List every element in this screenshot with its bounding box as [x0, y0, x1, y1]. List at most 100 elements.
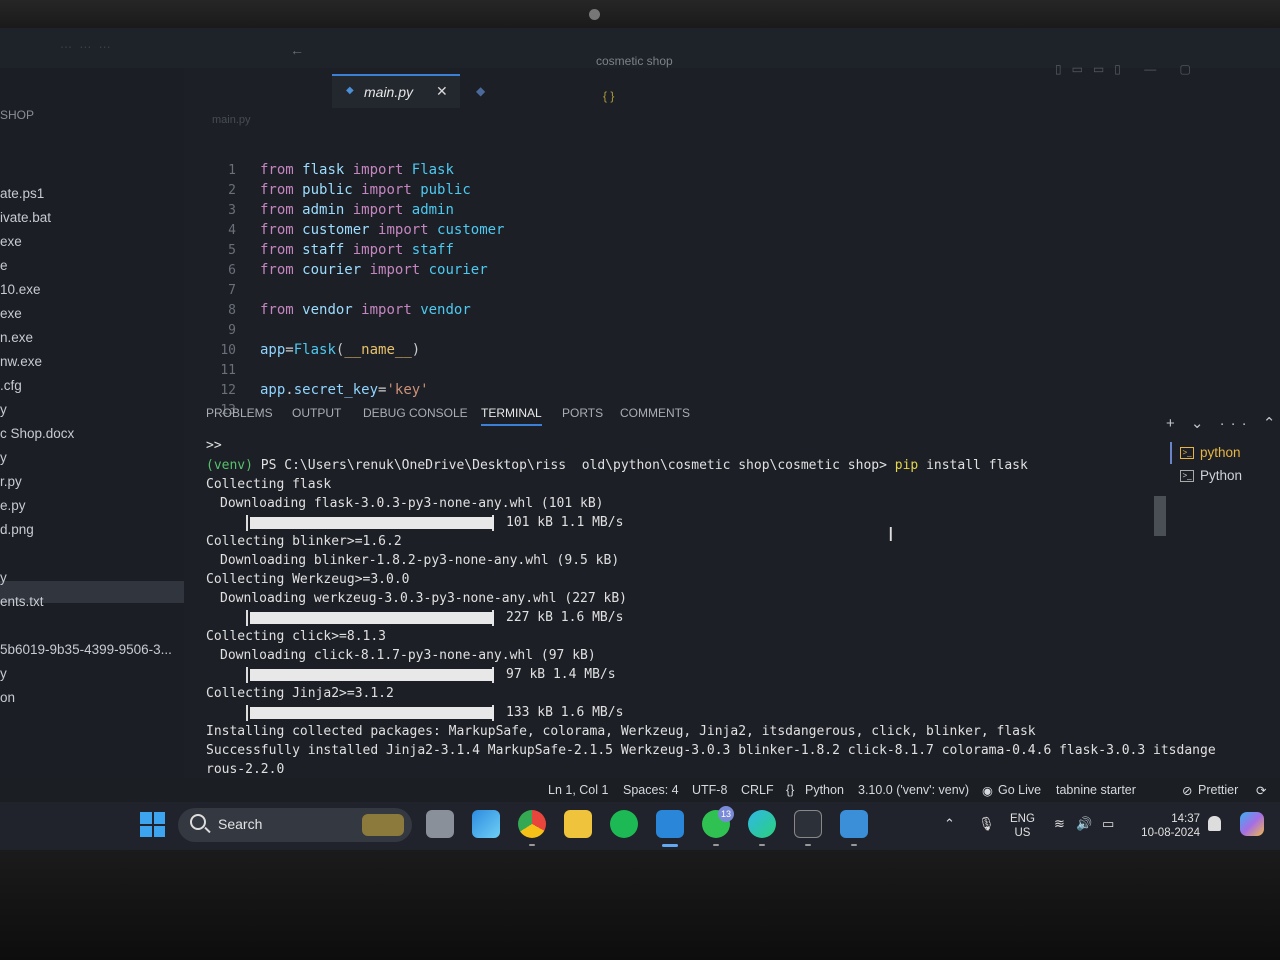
progress-fill — [250, 517, 494, 529]
menu-bar[interactable]: ⋯ ⋯ ⋯ — [60, 40, 113, 54]
explorer-item[interactable]: .cfg — [0, 378, 22, 393]
code-line[interactable]: 12 app.secret_key='key' — [200, 382, 428, 402]
terminal-app-icon[interactable] — [794, 810, 822, 838]
code-line[interactable]: 7 — [200, 282, 236, 302]
explorer-item[interactable]: c Shop.docx — [0, 426, 74, 441]
explorer-item[interactable]: exe — [0, 306, 22, 321]
status-interpreter[interactable]: 3.10.0 ('venv': venv) — [858, 783, 969, 797]
tab-output[interactable]: OUTPUT — [292, 406, 341, 420]
explorer-item[interactable]: ivate.bat — [0, 210, 51, 225]
close-icon[interactable]: ✕ — [436, 83, 448, 100]
explorer-item[interactable]: e.py — [0, 498, 26, 513]
running-indicator — [851, 844, 857, 846]
taskbar-search[interactable]: Search — [178, 808, 412, 842]
explorer-item[interactable]: y — [0, 450, 7, 465]
code-line[interactable]: 6 from courier import courier — [200, 262, 487, 282]
terminal-instance-python[interactable]: >_ Python — [1180, 468, 1242, 483]
explorer-item[interactable]: on — [0, 690, 15, 705]
tab-problems[interactable]: PROBLEMS — [206, 406, 273, 420]
code-line[interactable]: 11 — [200, 362, 236, 382]
status-encoding[interactable]: UTF-8 — [692, 783, 727, 797]
volume-icon[interactable]: 🔊 — [1076, 816, 1092, 832]
search-icon — [190, 814, 206, 830]
code-line[interactable]: 8 from vendor import vendor — [200, 302, 471, 322]
task-view-icon[interactable] — [426, 810, 454, 838]
edge-icon[interactable] — [748, 810, 776, 838]
tab-terminal[interactable]: TERMINAL — [481, 406, 542, 426]
code-line[interactable]: 10 app=Flask(__name__) — [200, 342, 420, 362]
clock[interactable]: 14:37 10-08-2024 — [1134, 812, 1200, 840]
explorer-item[interactable]: exe — [0, 234, 22, 249]
terminal-instance-python[interactable]: >_ python — [1180, 445, 1241, 460]
terminal-line: Collecting flask — [206, 477, 332, 492]
explorer-item[interactable]: d.png — [0, 522, 34, 537]
explorer-item[interactable]: r.py — [0, 474, 22, 489]
code-line[interactable]: 2 from public import public — [200, 182, 471, 202]
code-text: from staff import staff — [260, 242, 454, 258]
code-line[interactable]: 1 from flask import Flask — [200, 162, 454, 182]
terminal-line: Collecting click>=8.1.3 — [206, 629, 387, 644]
explorer-item[interactable]: 5b6019-9b35-4399-9506-3... — [0, 642, 172, 657]
tab-comments[interactable]: COMMENTS — [620, 406, 690, 420]
status-language[interactable]: Python — [805, 783, 844, 797]
progress-bar — [246, 667, 494, 683]
notification-bell-icon[interactable] — [1208, 816, 1221, 831]
breadcrumb[interactable]: main.py — [212, 114, 251, 126]
explorer-item[interactable]: y — [0, 666, 7, 681]
explorer-item[interactable]: 10.exe — [0, 282, 41, 297]
explorer-item[interactable]: nw.exe — [0, 354, 42, 369]
notifications-icon[interactable]: ⟳ — [1256, 783, 1266, 798]
layout-controls[interactable]: ▯▭▭▯ — ▢ — [1055, 62, 1201, 76]
code-line[interactable]: 4 from customer import customer — [200, 222, 504, 242]
panel-action-buttons[interactable]: + ⌄ ··· ⌃ ✕ — [1166, 414, 1280, 432]
terminal-output[interactable]: >> (venv) PS C:\Users\renuk\OneDrive\Des… — [184, 432, 1216, 792]
explorer-item[interactable]: ate.ps1 — [0, 186, 44, 201]
status-cursor-position[interactable]: Ln 1, Col 1 — [548, 783, 608, 797]
terminal-icon: >_ — [1180, 447, 1194, 460]
tab-debug-console[interactable]: DEBUG CONSOLE — [363, 406, 468, 420]
explorer-item[interactable]: e — [0, 258, 8, 273]
language-region: US — [1014, 827, 1031, 839]
terminal-scrollbar[interactable] — [1154, 496, 1166, 536]
chrome-icon[interactable] — [518, 810, 546, 838]
explorer-item[interactable]: y — [0, 402, 7, 417]
explorer-item[interactable]: ents.txt — [0, 594, 44, 609]
status-go-live[interactable]: Go Live — [998, 783, 1041, 797]
language-code: ENG — [1010, 813, 1035, 825]
spotify-icon[interactable] — [610, 810, 638, 838]
tab-main-py[interactable]: ◆ main.py ✕ — [332, 74, 460, 108]
status-tabnine[interactable]: tabnine starter — [1056, 783, 1136, 797]
wifi-icon[interactable]: ≋ — [1054, 816, 1065, 832]
app-arrow-icon[interactable] — [472, 810, 500, 838]
back-arrow-icon[interactable]: ← — [290, 42, 304, 58]
explorer-item[interactable]: y — [0, 570, 7, 585]
windows-start-icon[interactable] — [140, 812, 165, 837]
powershell-icon[interactable] — [840, 810, 868, 838]
code-line[interactable]: 3 from admin import admin — [200, 202, 454, 222]
vscode-icon[interactable] — [656, 810, 684, 838]
tab-ports[interactable]: PORTS — [562, 406, 603, 420]
line-number: 2 — [228, 183, 236, 198]
status-eol[interactable]: CRLF — [741, 783, 774, 797]
running-indicator — [713, 844, 719, 846]
terminal-line: Successfully installed Jinja2-3.1.4 Mark… — [206, 743, 1216, 758]
status-indentation[interactable]: Spaces: 4 — [623, 783, 679, 797]
show-hidden-icons-chevron-icon[interactable]: ⌃ — [944, 816, 955, 832]
explorer-item[interactable]: n.exe — [0, 330, 33, 345]
input-language[interactable]: ENG US — [1010, 812, 1035, 840]
prompt-path: PS C:\Users\renuk\OneDrive\Desktop\riss … — [252, 458, 895, 473]
terminal-list-selection — [1170, 442, 1172, 464]
microphone-icon[interactable]: 🎙 — [978, 816, 995, 832]
code-text: from admin import admin — [260, 202, 454, 218]
code-text: from customer import customer — [260, 222, 505, 238]
running-indicator — [529, 844, 535, 846]
status-prettier[interactable]: Prettier — [1198, 783, 1238, 797]
battery-icon[interactable]: ▭ — [1102, 816, 1114, 832]
progress-fill — [250, 669, 494, 681]
copilot-icon[interactable] — [1240, 812, 1264, 836]
code-editor[interactable]: 1 from flask import Flask 2 from public imp… — [200, 128, 1160, 418]
code-line[interactable]: 5 from staff import staff — [200, 242, 454, 262]
code-line[interactable]: 9 — [200, 322, 236, 342]
file-explorer-icon[interactable] — [564, 810, 592, 838]
progress-bar — [246, 515, 494, 531]
